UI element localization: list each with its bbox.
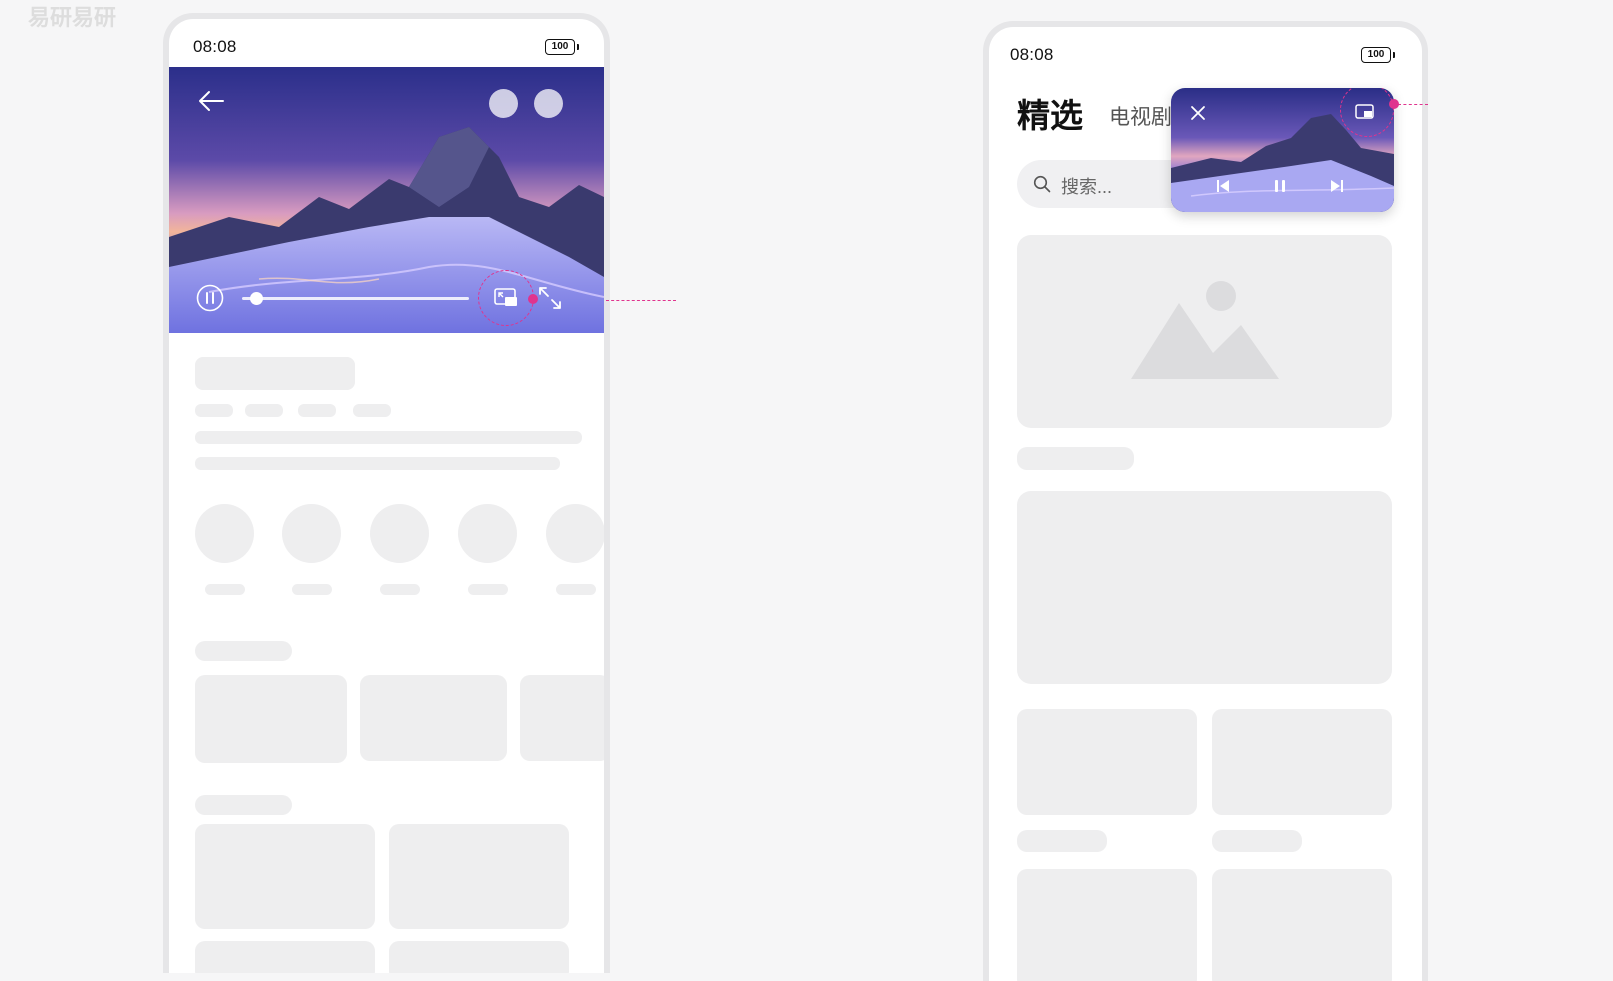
tab-tv-series[interactable]: 电视剧 <box>1109 101 1172 131</box>
title-placeholder <box>195 357 355 390</box>
status-time: 08:08 <box>193 37 237 56</box>
card-placeholder <box>1017 869 1197 981</box>
search-icon <box>1033 175 1051 193</box>
card-placeholder <box>195 941 375 973</box>
text-line-placeholder <box>195 431 582 444</box>
pause-icon[interactable] <box>1272 178 1288 194</box>
action-button-1[interactable] <box>489 89 518 118</box>
avatar-label-placeholder <box>292 584 332 595</box>
image-placeholder-icon <box>1131 281 1279 379</box>
left-phone-frame: 08:08 100 <box>163 13 610 973</box>
avatar-label-placeholder <box>556 584 596 595</box>
progress-track[interactable] <box>242 292 469 305</box>
caption-placeholder <box>1017 830 1107 852</box>
annotation-line <box>1398 104 1428 105</box>
status-bar: 08:08 100 <box>169 19 604 63</box>
search-placeholder: 搜索... <box>1061 177 1113 197</box>
right-phone-frame: 08:08 100 精选 电视剧 搜索... <box>983 21 1428 981</box>
avatar-placeholder <box>282 504 341 563</box>
pause-icon[interactable] <box>196 284 224 312</box>
avatar-placeholder <box>546 504 604 563</box>
card-placeholder <box>1212 709 1392 815</box>
next-icon[interactable] <box>1329 178 1345 194</box>
avatar-placeholder <box>458 504 517 563</box>
tab-featured[interactable]: 精选 <box>1017 89 1083 137</box>
card-placeholder <box>520 675 604 761</box>
text-line-placeholder <box>195 457 560 470</box>
battery-indicator: 100 <box>1361 47 1395 63</box>
card-placeholder <box>360 675 507 761</box>
search-input[interactable]: 搜索... <box>1017 160 1197 208</box>
fullscreen-icon[interactable] <box>537 285 563 311</box>
avatar-label-placeholder <box>205 584 245 595</box>
progress-handle[interactable] <box>249 292 263 305</box>
watermark: 易研易研 <box>28 5 117 30</box>
status-time: 08:08 <box>1010 45 1054 64</box>
avatar-placeholder <box>370 504 429 563</box>
tag-placeholder <box>353 404 391 417</box>
battery-indicator: 100 <box>545 39 579 55</box>
section-title-placeholder <box>195 795 292 815</box>
card-placeholder <box>195 824 375 929</box>
avatar-label-placeholder <box>380 584 420 595</box>
floating-mini-player[interactable] <box>1171 88 1394 212</box>
caption-placeholder <box>1017 447 1134 470</box>
card-placeholder <box>1017 709 1197 815</box>
avatar-placeholder <box>195 504 254 563</box>
banner-placeholder <box>1017 235 1392 428</box>
tag-placeholder <box>298 404 336 417</box>
card-placeholder <box>389 941 569 973</box>
section-title-placeholder <box>195 641 292 661</box>
caption-placeholder <box>1212 830 1302 852</box>
back-arrow-icon[interactable] <box>197 89 225 113</box>
video-player[interactable] <box>169 67 604 333</box>
previous-icon[interactable] <box>1215 178 1231 194</box>
close-icon[interactable] <box>1189 104 1207 122</box>
annotation-line <box>606 300 676 301</box>
card-placeholder <box>389 824 569 929</box>
tag-placeholder <box>195 404 233 417</box>
picture-in-picture-icon[interactable] <box>494 288 518 307</box>
card-placeholder <box>1017 491 1392 684</box>
card-placeholder <box>1212 869 1392 981</box>
tag-placeholder <box>245 404 283 417</box>
status-bar: 08:08 100 <box>989 27 1422 71</box>
action-button-2[interactable] <box>534 89 563 118</box>
avatar-label-placeholder <box>468 584 508 595</box>
card-placeholder <box>195 675 347 763</box>
